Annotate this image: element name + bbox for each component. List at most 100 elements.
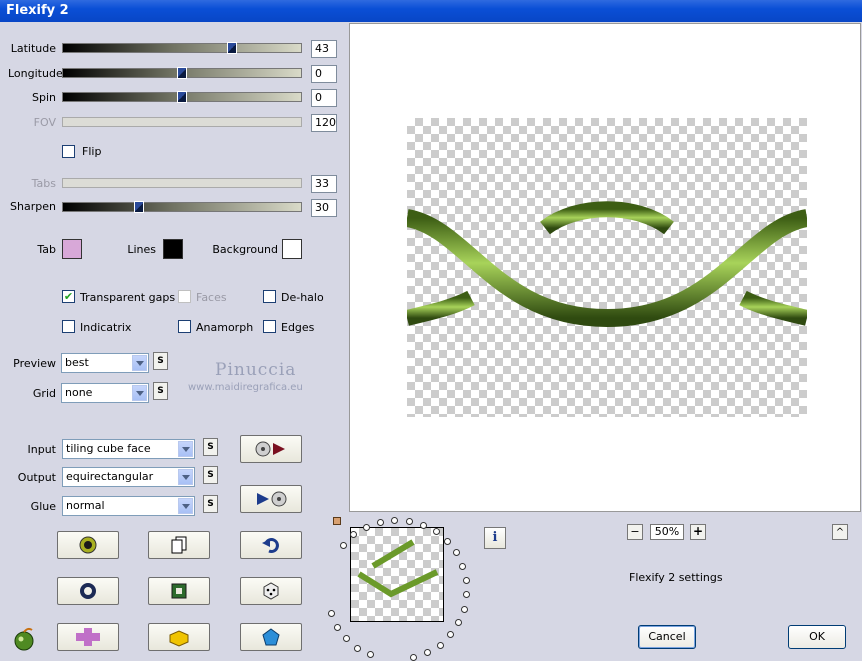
rotation-dot[interactable] (362, 523, 370, 531)
longitude-thumb[interactable] (177, 67, 187, 79)
rotation-dot[interactable] (436, 641, 444, 649)
transparent-gaps-label: Transparent gaps (80, 291, 176, 304)
grid-select-label: Grid (32, 387, 56, 400)
indicatrix-checkbox[interactable] (62, 320, 75, 333)
sphere-button[interactable] (57, 577, 119, 605)
scroll-up-button[interactable]: ^ (832, 524, 848, 540)
sharpen-value[interactable]: 30 (311, 199, 337, 217)
rotation-dot[interactable] (339, 541, 347, 549)
chevron-down-icon[interactable] (178, 441, 193, 457)
rotation-dot[interactable] (424, 649, 432, 657)
zoom-out-button[interactable]: − (627, 524, 643, 540)
cancel-button[interactable]: Cancel (638, 625, 696, 649)
rotation-dot[interactable] (460, 605, 468, 613)
rotation-dot[interactable] (452, 549, 460, 557)
rotation-dot[interactable] (354, 644, 362, 652)
fov-slider (62, 117, 302, 127)
flip-checkbox[interactable] (62, 145, 75, 158)
latitude-label: Latitude (10, 42, 56, 55)
preview-select-value: best (65, 356, 89, 369)
input-select[interactable]: tiling cube face (62, 439, 195, 459)
zoom-level: 50% (650, 524, 684, 540)
convert-backward-button[interactable] (240, 485, 302, 513)
copy-icon (171, 536, 187, 554)
preview-select[interactable]: best (61, 353, 149, 373)
anamorph-checkbox[interactable] (178, 320, 191, 333)
chevron-down-icon[interactable] (178, 469, 193, 485)
sharpen-thumb[interactable] (133, 201, 144, 213)
dice-icon (263, 582, 279, 600)
undo-button[interactable] (240, 531, 302, 559)
glue-s-button[interactable]: S (203, 495, 218, 513)
latitude-thumb[interactable] (227, 42, 238, 54)
rotation-dot[interactable] (334, 623, 342, 631)
rotation-dot[interactable] (391, 516, 399, 524)
rotation-dot[interactable] (443, 537, 451, 545)
cross-icon (76, 628, 100, 646)
background-color-swatch[interactable] (282, 239, 302, 259)
chevron-down-icon[interactable] (132, 385, 147, 401)
rotation-dot[interactable] (462, 576, 470, 584)
rotation-dot[interactable] (367, 651, 375, 659)
edges-checkbox[interactable] (263, 320, 276, 333)
cross-button[interactable] (57, 623, 119, 651)
preview-s-button[interactable]: S (153, 352, 168, 370)
edges-label: Edges (281, 321, 315, 334)
rotation-dot[interactable] (327, 610, 335, 618)
longitude-value[interactable]: 0 (311, 65, 337, 83)
rotation-dot[interactable] (459, 562, 467, 570)
anamorph-label: Anamorph (196, 321, 254, 334)
glue-select[interactable]: normal (62, 496, 195, 516)
square-button[interactable] (148, 577, 210, 605)
longitude-slider[interactable] (62, 67, 302, 79)
brick-button[interactable] (148, 623, 210, 651)
rotation-dot[interactable] (463, 591, 471, 599)
rotation-dot[interactable] (343, 635, 351, 643)
rotation-dot[interactable] (419, 521, 427, 529)
preview-pane[interactable] (349, 23, 861, 512)
ok-button[interactable]: OK (788, 625, 846, 649)
preview-image (404, 118, 810, 417)
chevron-down-icon[interactable] (132, 355, 147, 371)
spin-slider[interactable] (62, 91, 302, 103)
ring-icon (80, 583, 96, 599)
sharpen-slider[interactable] (62, 201, 302, 213)
info-button[interactable]: i (484, 527, 506, 549)
navigator-image (351, 528, 443, 621)
flaming-pear-logo-icon (14, 627, 34, 651)
input-s-button[interactable]: S (203, 438, 218, 456)
latitude-value[interactable]: 43 (311, 40, 337, 58)
grid-s-button[interactable]: S (153, 382, 168, 400)
transparent-gaps-checkbox[interactable]: ✔ (62, 290, 75, 303)
pentagon-button[interactable] (240, 623, 302, 651)
longitude-label: Longitude (8, 67, 63, 80)
random-button[interactable] (57, 531, 119, 559)
grid-select[interactable]: none (61, 383, 149, 403)
spin-value[interactable]: 0 (311, 89, 337, 107)
glue-select-label: Glue (30, 500, 56, 513)
spin-thumb[interactable] (177, 91, 187, 103)
output-select[interactable]: equirectangular (62, 467, 195, 487)
settings-label: Flexify 2 settings (629, 571, 723, 584)
preview-select-label: Preview (13, 357, 56, 370)
rotation-dot[interactable] (376, 518, 384, 526)
latitude-slider[interactable] (62, 42, 302, 54)
chevron-down-icon[interactable] (178, 498, 193, 514)
spin-label: Spin (32, 91, 56, 104)
zoom-in-button[interactable]: + (690, 524, 706, 540)
dice-button[interactable] (240, 577, 302, 605)
output-s-button[interactable]: S (203, 466, 218, 484)
navigator-handle[interactable] (333, 517, 341, 525)
rotation-dot[interactable] (455, 619, 463, 627)
glue-select-value: normal (66, 499, 105, 512)
copy-button[interactable] (148, 531, 210, 559)
de-halo-checkbox[interactable] (263, 290, 276, 303)
rotation-dot[interactable] (447, 631, 455, 639)
navigator-thumbnail[interactable] (350, 527, 444, 622)
rotation-dot[interactable] (405, 517, 413, 525)
rotation-dot[interactable] (410, 654, 418, 661)
tabs-value[interactable]: 33 (311, 175, 337, 193)
lines-color-swatch[interactable] (163, 239, 183, 259)
convert-forward-button[interactable] (240, 435, 302, 463)
tab-color-swatch[interactable] (62, 239, 82, 259)
